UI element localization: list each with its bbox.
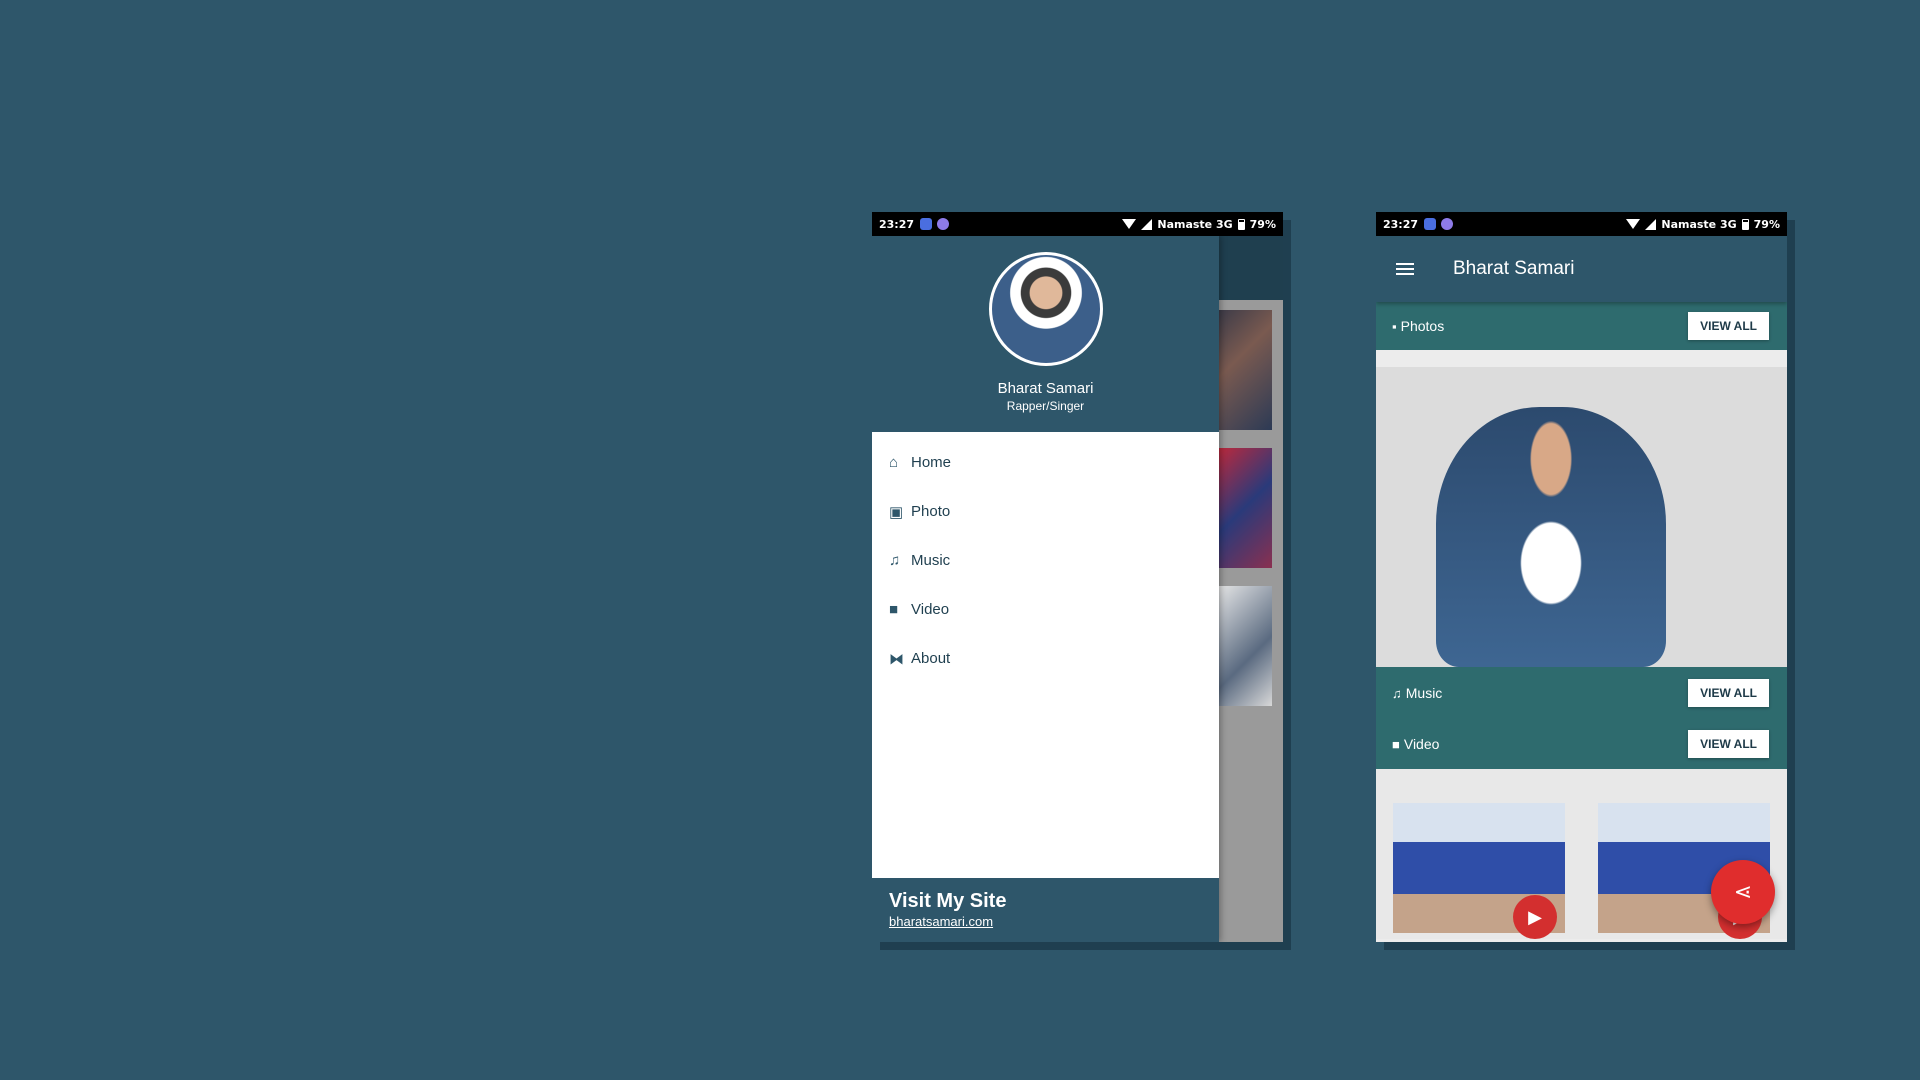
view-all-photos-button[interactable]: VIEW ALL [1688,312,1769,340]
status-bar: 23:27 Namaste 3G 79% [1376,212,1787,236]
phone-screen-home: 23:27 Namaste 3G 79% Bharat Samari ▪ Pho… [1376,212,1787,942]
about-icon: ⧓ [889,650,904,668]
section-label: Video [1403,736,1440,752]
video-thumbnail[interactable]: ▶ [1393,803,1565,939]
drawer-header: Bharat Samari Rapper/Singer [872,236,1219,432]
play-icon[interactable]: ▶ [1513,895,1557,939]
menu-item-label: Photo [911,503,951,520]
signal-icon [1141,218,1153,230]
artist-photo [1436,407,1666,667]
menu-item-label: About [911,650,951,667]
drawer-footer: Visit My Site bharatsamari.com [872,878,1219,942]
menu-item-about[interactable]: ⧓ About [872,634,1219,683]
view-all-video-button[interactable]: VIEW ALL [1688,730,1769,758]
drawer-menu: ⌂ Home ▣ Photo ♫ Music ■ Video ⧓ About [872,432,1219,683]
status-carrier: Namaste 3G [1661,217,1737,231]
section-video: ■ Video VIEW ALL [1376,719,1787,769]
wifi-icon [1626,219,1641,229]
status-battery: 79% [1249,217,1276,231]
wifi-icon [1122,219,1137,229]
menu-item-video[interactable]: ■ Video [872,585,1219,634]
view-all-music-button[interactable]: VIEW ALL [1688,679,1769,707]
menu-item-label: Home [911,454,952,471]
battery-icon [1237,218,1245,230]
drawer-role: Rapper/Singer [1006,399,1085,413]
background-image [1216,448,1272,568]
website-link[interactable]: bharatsamari.com [889,914,1202,929]
section-label: Photos [1400,318,1445,334]
image-icon: ▪ [1392,318,1397,334]
video-icon: ■ [889,601,899,618]
avatar [988,252,1103,366]
status-battery: 79% [1753,217,1780,231]
menu-item-photo[interactable]: ▣ Photo [872,487,1219,536]
footer-title: Visit My Site [889,890,1007,912]
status-carrier: Namaste 3G [1157,217,1233,231]
messenger-icon [937,218,950,230]
status-bar: 23:27 Namaste 3G 79% [872,212,1283,236]
video-icon: ■ [1392,736,1400,752]
photo-icon: ▣ [889,503,904,521]
navigation-drawer: Bharat Samari Rapper/Singer ⌂ Home ▣ Pho… [872,236,1219,942]
background-image [1216,586,1272,706]
music-icon: ♫ [1392,685,1402,701]
app-bar: Bharat Samari [1376,236,1787,302]
battery-icon [1741,218,1749,230]
notification-icon [1424,218,1437,230]
page-title: Bharat Samari [1453,258,1575,279]
menu-item-music[interactable]: ♫ Music [872,536,1219,585]
share-icon: ⋖ [1733,879,1753,904]
music-icon: ♫ [889,552,901,569]
phone-screen-drawer: 23:27 Namaste 3G 79% Bharat Samari Rappe… [872,212,1283,942]
menu-item-label: Video [911,601,950,618]
share-button[interactable]: ⋖ [1711,860,1775,924]
background-image [1216,310,1272,430]
menu-icon[interactable] [1396,260,1414,278]
section-photos: ▪ Photos VIEW ALL [1376,302,1787,350]
signal-icon [1645,218,1657,230]
home-icon: ⌂ [889,454,899,471]
section-label: Music [1405,685,1443,701]
menu-item-home[interactable]: ⌂ Home [872,438,1219,487]
status-time: 23:27 [879,217,915,231]
drawer-name: Bharat Samari [997,380,1094,397]
menu-item-label: Music [911,552,951,569]
messenger-icon [1441,218,1454,230]
notification-icon [920,218,933,230]
featured-photo[interactable] [1376,367,1787,667]
status-time: 23:27 [1383,217,1419,231]
section-music: ♫ Music VIEW ALL [1376,667,1787,719]
